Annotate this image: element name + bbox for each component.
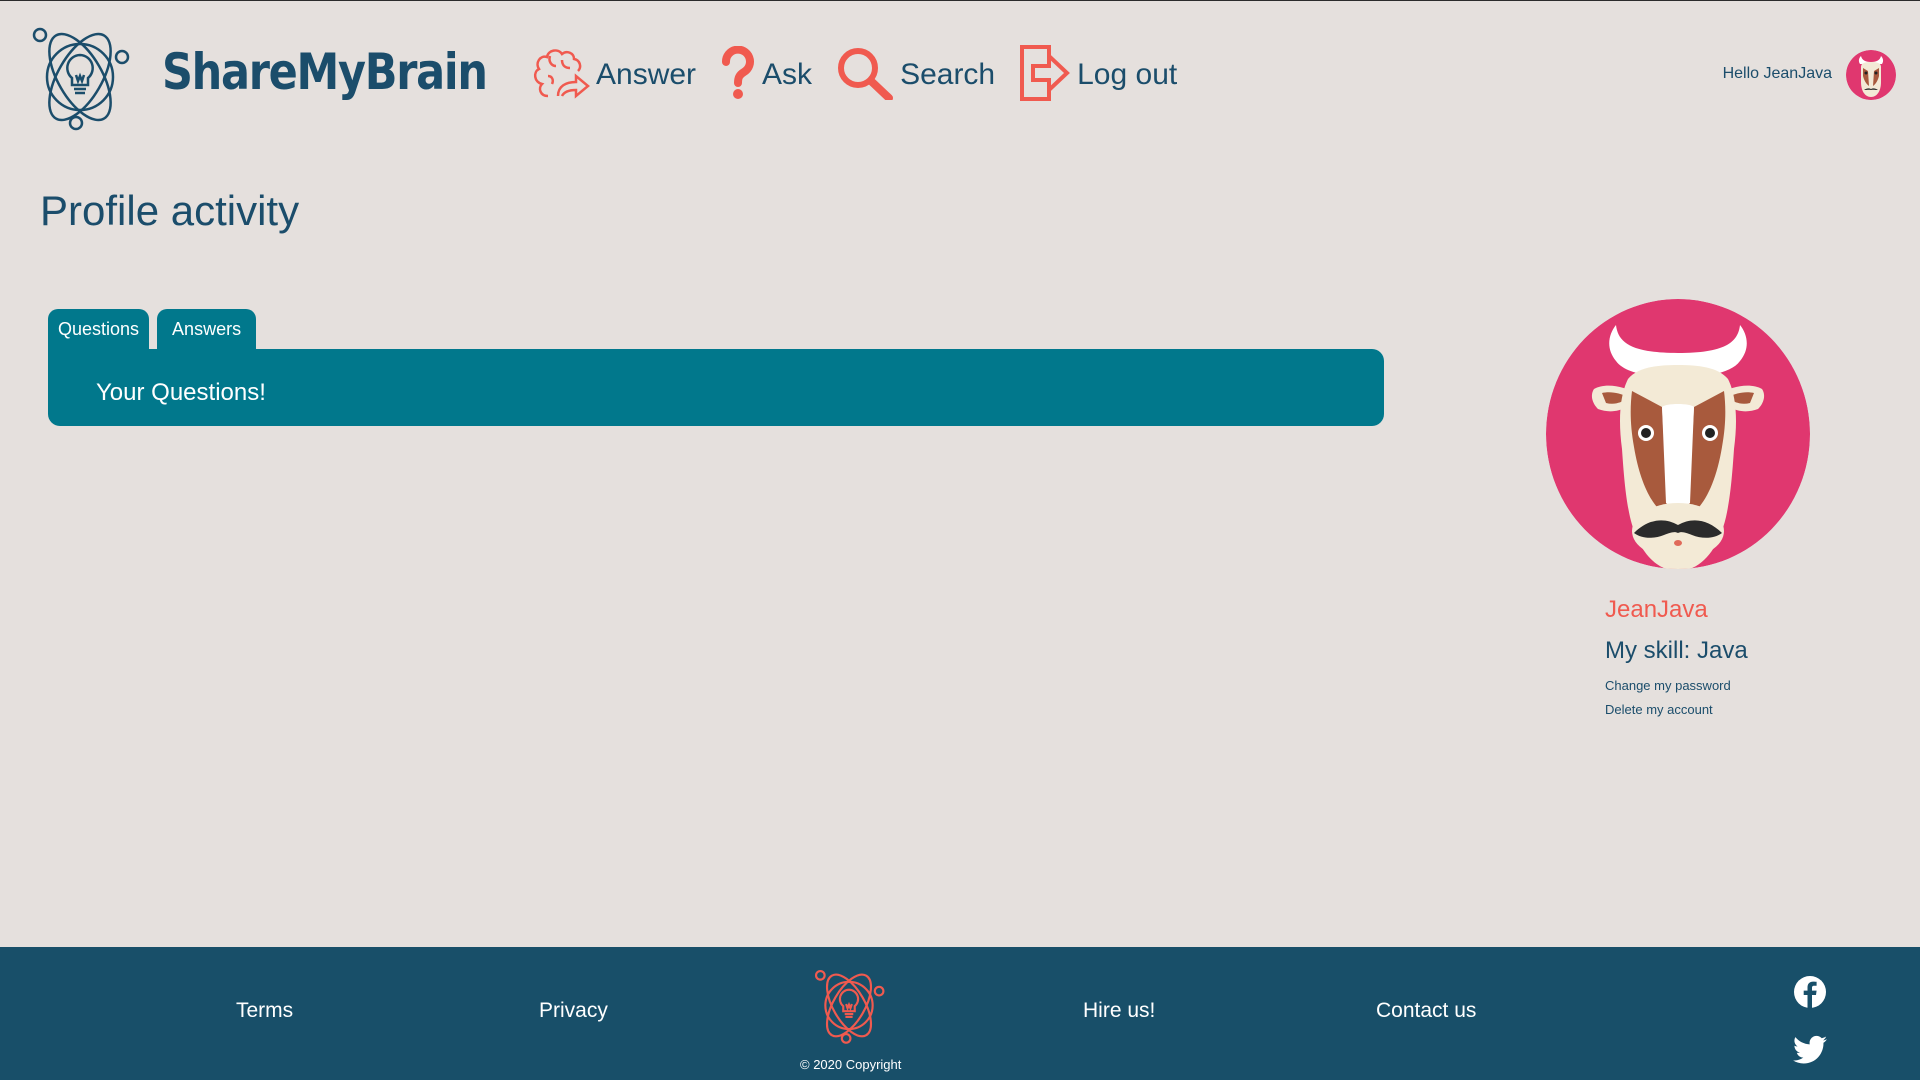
nav-search[interactable]: Search (836, 46, 995, 105)
footer-terms-link[interactable]: Terms (236, 999, 293, 1023)
footer-hire-link[interactable]: Hire us! (1083, 999, 1155, 1023)
page-title: Profile activity (40, 187, 300, 234)
profile-avatar (1546, 299, 1810, 569)
tab-questions[interactable]: Questions (48, 309, 150, 349)
nav-ask[interactable]: Ask (720, 45, 813, 105)
brand-name[interactable]: ShareMyBrain (162, 43, 488, 101)
nav-answer-label: Answer (596, 58, 697, 91)
footer-contact-link[interactable]: Contact us (1376, 999, 1476, 1023)
change-password-link[interactable]: Change my password (1605, 678, 1731, 693)
magnifier-icon (836, 46, 894, 105)
twitter-icon[interactable] (1793, 1035, 1827, 1069)
brain-share-icon (528, 46, 590, 105)
footer: Terms Privacy © 2020 Copyright Hire us! … (0, 947, 1920, 1080)
main-nav: Answer Ask Search Log out (528, 44, 1201, 105)
tab-panel-questions: Your Questions! (48, 349, 1384, 426)
activity-tabs: Questions Answers (48, 309, 264, 349)
nav-logout[interactable]: Log out (1019, 44, 1177, 107)
footer-privacy-link[interactable]: Privacy (539, 999, 608, 1023)
panel-title: Your Questions! (96, 379, 266, 406)
nav-search-label: Search (900, 58, 996, 91)
facebook-icon[interactable] (1793, 975, 1827, 1009)
header: ShareMyBrain Answer Ask Search Log out H… (0, 1, 1920, 151)
logout-icon (1019, 44, 1071, 107)
question-mark-icon (720, 45, 756, 105)
nav-answer[interactable]: Answer (528, 46, 696, 105)
footer-logo-icon (810, 961, 888, 1047)
delete-account-link[interactable]: Delete my account (1605, 702, 1713, 717)
profile-name: JeanJava (1605, 596, 1708, 623)
tab-answers[interactable]: Answers (157, 309, 257, 349)
nav-logout-label: Log out (1077, 58, 1178, 91)
user-avatar[interactable] (1846, 50, 1896, 100)
nav-ask-label: Ask (762, 58, 813, 91)
brand-logo-icon[interactable] (28, 15, 132, 135)
footer-copyright: © 2020 Copyright (800, 1057, 902, 1072)
user-greeting: Hello JeanJava (1722, 65, 1832, 82)
profile-skill: My skill: Java (1605, 637, 1748, 664)
